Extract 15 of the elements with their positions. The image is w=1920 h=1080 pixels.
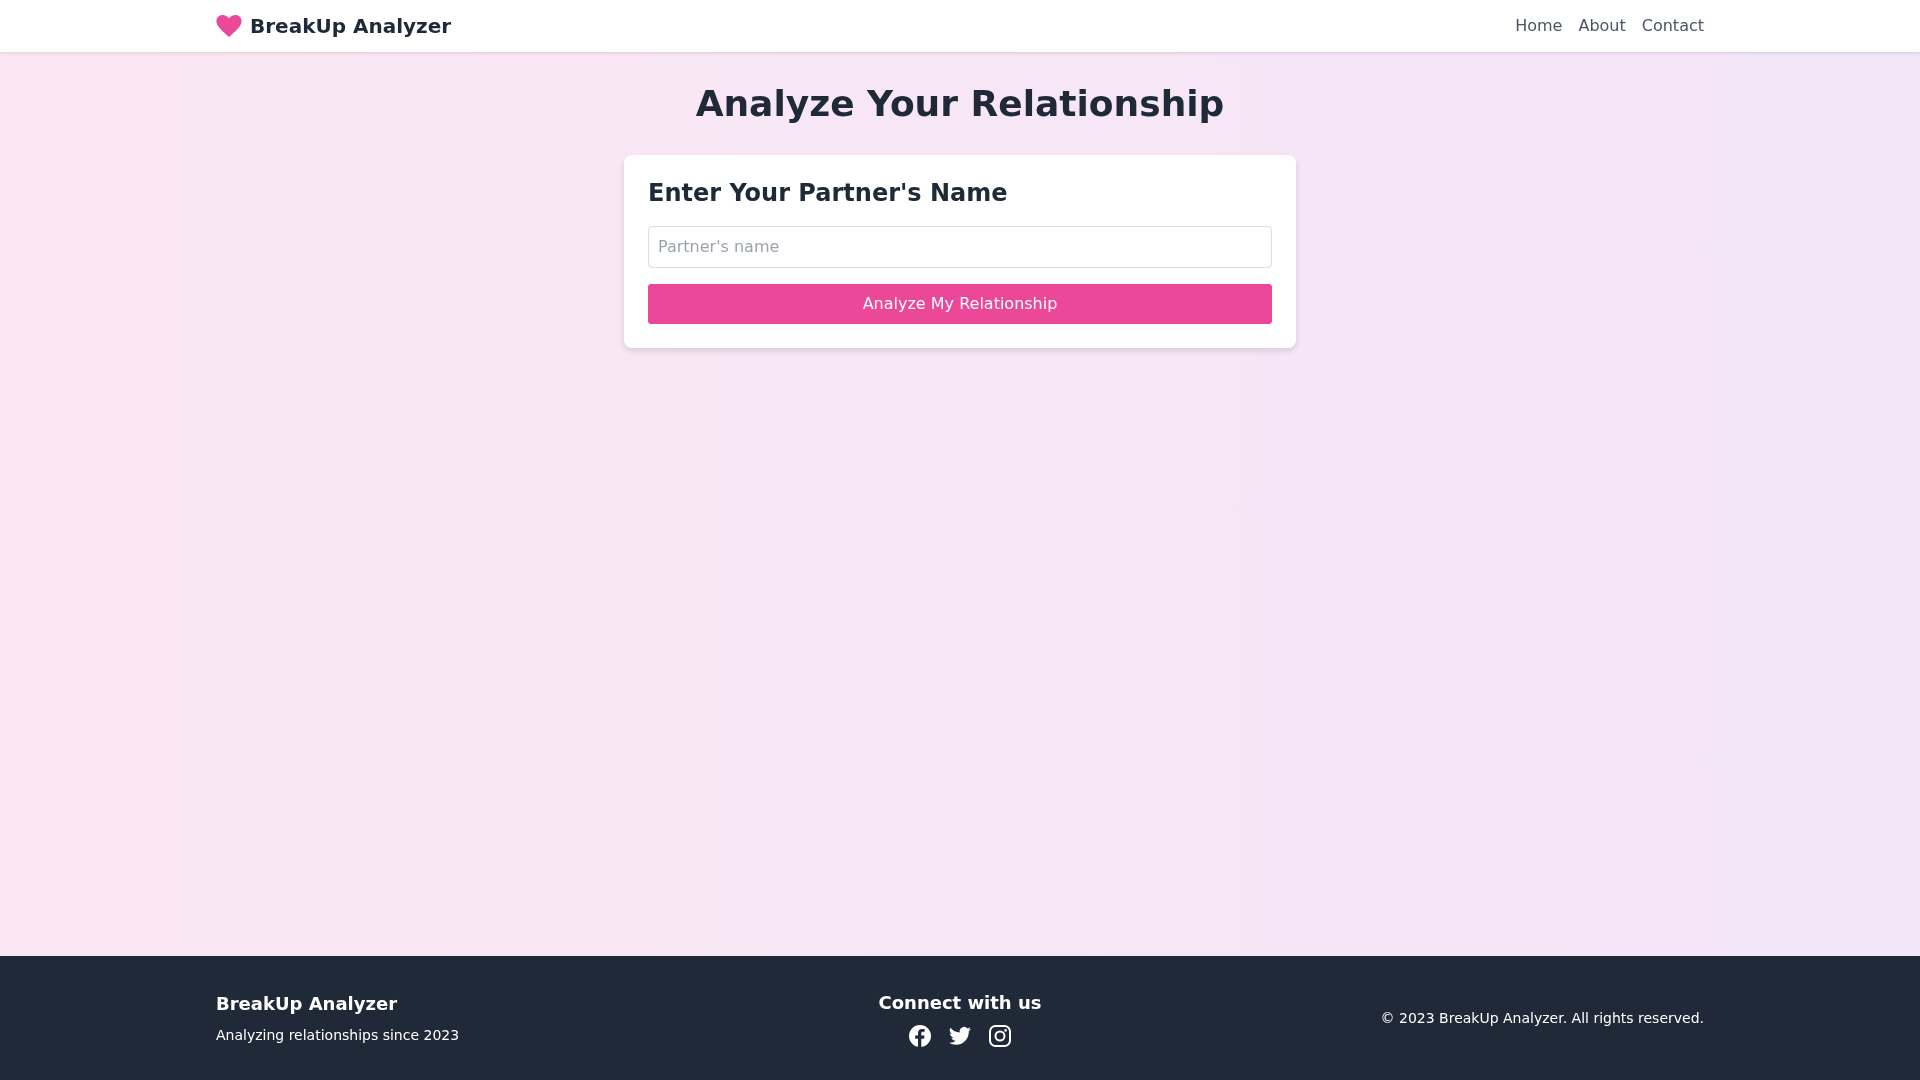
facebook-icon[interactable] — [908, 1023, 932, 1048]
footer-tagline: Analyzing relationships since 2023 — [216, 1026, 461, 1045]
nav-link[interactable]: Contact — [1641, 14, 1704, 38]
connect-heading: Connect with us — [878, 990, 1042, 1015]
copyright-text: © 2023 BreakUp Analyzer. All rights reserved. — [1380, 1010, 1704, 1026]
brand-name[interactable]: BreakUp Analyzer — [250, 11, 452, 41]
analyze-button[interactable]: Analyze My Relationship — [648, 284, 1272, 324]
footer-brand: BreakUp Analyzer — [216, 992, 399, 1016]
nav-link[interactable]: About — [1578, 14, 1626, 38]
form-heading: Enter Your Partner's Name — [648, 179, 1009, 208]
page-title: Analyze Your Relationship — [695, 82, 1225, 126]
partner-name-field[interactable]: Partner's name — [648, 226, 1272, 268]
heart-icon — [216, 15, 242, 37]
nav-link[interactable]: Home — [1515, 14, 1563, 38]
camera-icon[interactable] — [988, 1023, 1012, 1048]
